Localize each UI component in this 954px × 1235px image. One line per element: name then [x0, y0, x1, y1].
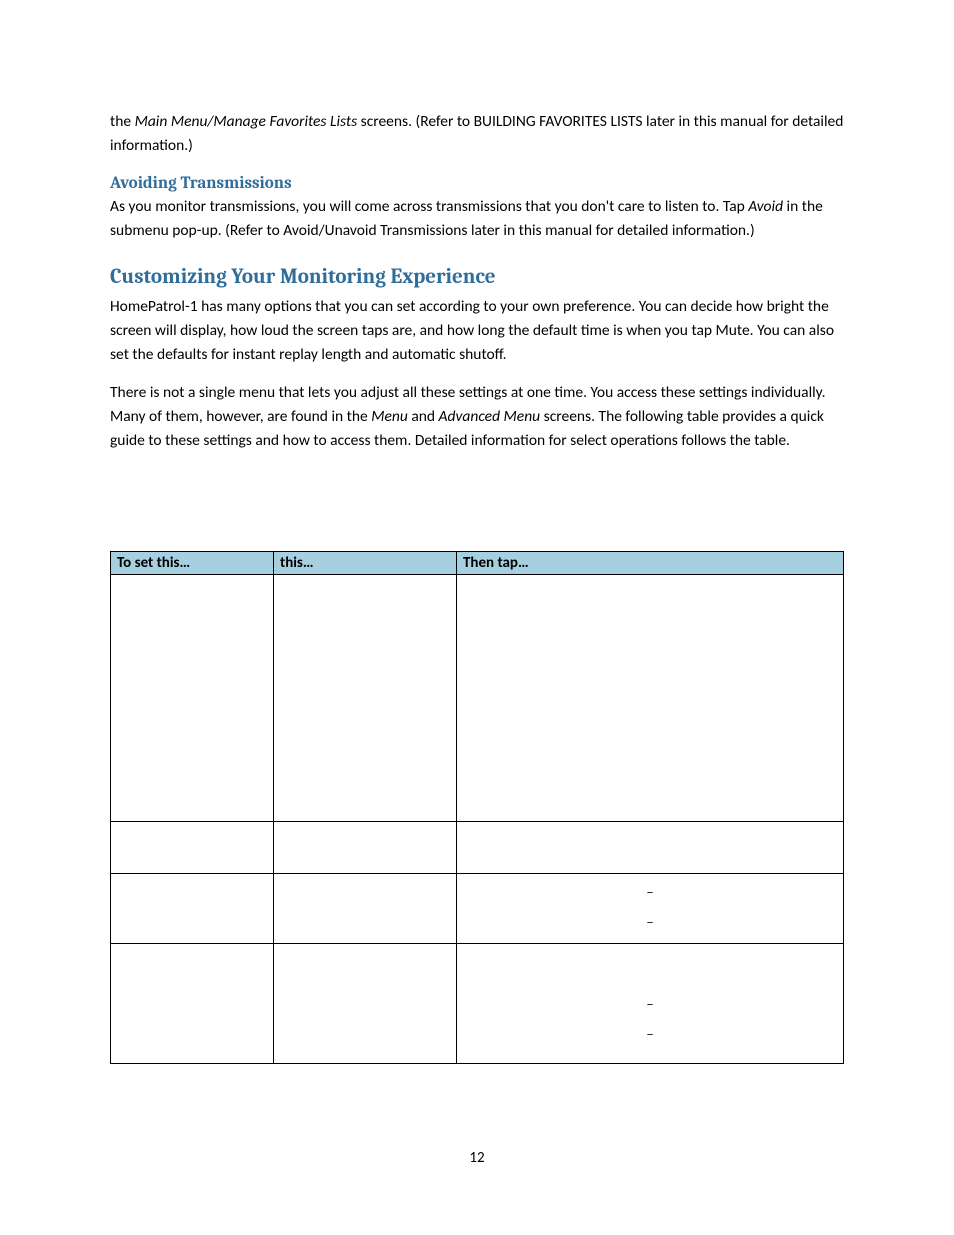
dash-icon: – — [463, 1020, 837, 1050]
table-header-setthis: To set this… — [111, 552, 274, 575]
table-cell — [111, 944, 274, 1064]
table-cell — [111, 822, 274, 874]
heading-avoiding-transmissions: Avoiding Transmissions — [110, 174, 844, 193]
italic-text: Main Menu/Manage Favorites Lists — [135, 112, 358, 131]
table-header-this: this… — [274, 552, 457, 575]
heading-customizing: Customizing Your Monitoring Experience — [110, 265, 844, 289]
paragraph-options: HomePatrol-1 has many options that you c… — [110, 295, 844, 367]
table-cell — [111, 575, 274, 822]
table-row — [111, 822, 844, 874]
italic-text: Advanced Menu — [439, 407, 541, 426]
text: As you monitor transmissions, you will c… — [110, 197, 748, 216]
table-row: – – — [111, 944, 844, 1064]
table-cell: – – — [457, 874, 844, 944]
table-cell — [274, 944, 457, 1064]
table-cell — [111, 874, 274, 944]
dash-icon: – — [463, 990, 837, 1020]
italic-text: Avoid — [748, 197, 783, 216]
table-cell — [274, 874, 457, 944]
table-header-thentap: Then tap… — [457, 552, 844, 575]
table-cell — [457, 822, 844, 874]
dash-icon: – — [463, 908, 837, 938]
text: and — [408, 407, 439, 426]
page-number: 12 — [0, 1149, 954, 1167]
table-cell — [274, 822, 457, 874]
table-row — [111, 575, 844, 822]
table-row: – – — [111, 874, 844, 944]
table-header-row: To set this… this… Then tap… — [111, 552, 844, 575]
paragraph-avoid: As you monitor transmissions, you will c… — [110, 195, 844, 243]
text: the — [110, 112, 135, 131]
italic-text: Menu — [371, 407, 408, 426]
table-cell — [274, 575, 457, 822]
table-cell: – – — [457, 944, 844, 1064]
dash-icon: – — [463, 878, 837, 908]
table-cell — [457, 575, 844, 822]
paragraph-settings-intro: There is not a single menu that lets you… — [110, 381, 844, 453]
settings-table: To set this… this… Then tap… – — [110, 551, 844, 1064]
paragraph-continued: the Main Menu/Manage Favorites Lists scr… — [110, 110, 844, 158]
